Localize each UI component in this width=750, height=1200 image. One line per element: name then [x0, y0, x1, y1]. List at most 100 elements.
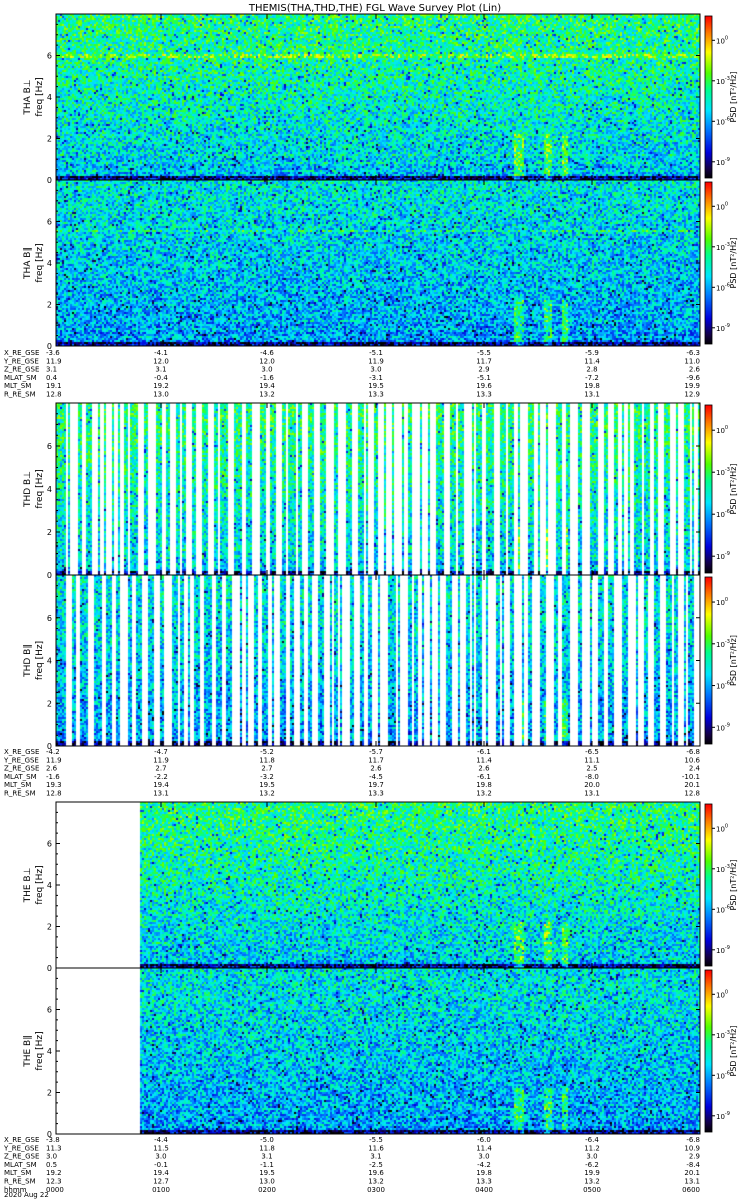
- colorbar-tick-label: 10-9: [716, 1111, 730, 1121]
- colorbar: [705, 405, 712, 573]
- ephemeris-value: 11.9: [46, 756, 62, 764]
- y-tick-label: 6: [47, 52, 52, 61]
- ephemeris-value: 2.4: [689, 765, 701, 773]
- colorbar: [705, 577, 712, 744]
- y-tick-label: 4: [47, 93, 52, 102]
- ephemeris-value: 2.9: [689, 1153, 700, 1161]
- ephemeris-row-label: X_RE_GSE: [4, 1136, 39, 1144]
- colorbar-tick-label: 10-9: [716, 157, 730, 167]
- colorbar-tick-label: 10-9: [716, 722, 730, 732]
- y-tick-label: 4: [47, 259, 52, 268]
- ephemeris-value: 12.3: [46, 1178, 62, 1186]
- ephemeris-value: 11.7: [476, 357, 492, 365]
- ephemeris-value: -5.9: [585, 349, 599, 357]
- panel-tha-bperp: 0 2 4 6 THA B⊥ freq [Hz] 100 10-3 10-6 10-9 PSD [n…: [23, 13, 738, 185]
- ephemeris-value: -2.2: [154, 773, 168, 781]
- colorbar-tick-label: 10-3: [716, 242, 730, 252]
- ephemeris-value: 19.5: [259, 1169, 275, 1177]
- ephemeris-value: -7.2: [585, 374, 599, 382]
- y-tick-label: 4: [47, 1047, 52, 1056]
- panel-thd-bpar: 0 2 4 6 THD B∥ freq [Hz] 100 10-3 10-6 10-9 PSD [n…: [23, 574, 738, 751]
- panel-freq-label: freq [Hz]: [35, 865, 45, 904]
- ephemeris-row-label: MLT_SM: [4, 1169, 31, 1177]
- ephemeris-value: -6.4: [585, 1136, 599, 1144]
- y-tick-label: 0: [47, 964, 52, 973]
- colorbar-tick-label: 10-6: [716, 681, 730, 691]
- ephemeris-value: 19.9: [584, 1169, 600, 1177]
- ephemeris-value: 19.6: [476, 382, 492, 390]
- ephemeris-value: 19.8: [584, 382, 600, 390]
- ephemeris-value: 12.8: [684, 790, 700, 798]
- ephemeris-value: -5.1: [477, 374, 491, 382]
- ephemeris-value: 3.1: [261, 1153, 272, 1161]
- ephemeris-value: 19.6: [368, 1169, 384, 1177]
- ephemeris-value: 19.2: [153, 382, 169, 390]
- ephemeris-value: 2.6: [370, 765, 382, 773]
- ephemeris-value: -4.1: [154, 349, 168, 357]
- ephemeris-value: 3.0: [46, 1153, 57, 1161]
- ephemeris-value: -6.0: [477, 1136, 491, 1144]
- ephemeris-value: 19.5: [368, 382, 384, 390]
- ephemeris-value: 0.4: [46, 374, 58, 382]
- ephemeris-value: 11.1: [584, 756, 600, 764]
- ephemeris-value: 12.9: [684, 391, 700, 399]
- ephemeris-value: 10.6: [684, 756, 700, 764]
- ephemeris-value: 13.2: [476, 790, 492, 798]
- ephemeris-value: 19.2: [46, 1169, 62, 1177]
- colorbar-tick-label: 10-3: [716, 864, 730, 874]
- ephemeris-value: 0200: [258, 1186, 276, 1194]
- ephemeris-row-label: Y_RE_GSE: [3, 756, 39, 764]
- colorbar-label: PSD [nT²/Hz]: [729, 635, 738, 686]
- colorbar-tick-label: 10-9: [716, 551, 730, 561]
- panel-tha-bpar: 0 2 4 6 THA B∥ freq [Hz] 100 10-3 10-6 10-9 PSD [n…: [23, 179, 738, 351]
- ephemeris-value: 11.2: [584, 1144, 600, 1152]
- ephemeris-value: 0400: [475, 1186, 493, 1194]
- y-tick-label: 2: [47, 301, 52, 310]
- ephemeris-value: 13.2: [259, 790, 275, 798]
- ephemeris-value: 2.8: [586, 366, 597, 374]
- colorbar: [705, 804, 712, 966]
- ephemeris-value: 2.6: [46, 765, 58, 773]
- ephemeris-value: 11.6: [368, 1144, 384, 1152]
- y-tick-label: 4: [47, 881, 52, 890]
- ephemeris-value: -3.8: [46, 1136, 60, 1144]
- colorbar-tick-label: 10-6: [716, 282, 730, 292]
- ephemeris-value: 13.1: [584, 790, 600, 798]
- y-tick-label: 4: [47, 485, 52, 494]
- y-tick-label: 6: [47, 840, 52, 849]
- ephemeris-row-label: Y_RE_GSE: [3, 1144, 39, 1152]
- colorbar-tick-label: 10-6: [716, 904, 730, 914]
- y-tick-label: 2: [47, 699, 52, 708]
- ephemeris-row-label: R_RE_SM: [4, 391, 36, 399]
- panel-freq-label: freq [Hz]: [35, 77, 45, 116]
- panel-freq-label: freq [Hz]: [35, 641, 45, 680]
- y-tick-label: 0: [47, 571, 52, 580]
- ephemeris-value: 3.1: [370, 1153, 381, 1161]
- ephemeris-value: 11.3: [46, 1144, 62, 1152]
- colorbar-tick-label: 10-3: [716, 639, 730, 649]
- ephemeris-value: 11.8: [259, 756, 275, 764]
- ephemeris-value: 13.3: [476, 1178, 492, 1186]
- ephemeris-value: -4.4: [154, 1136, 168, 1144]
- ephemeris-value: -9.6: [686, 374, 700, 382]
- ephemeris-value: 12.8: [46, 391, 62, 399]
- panel-thd-bperp: 0 2 4 6 THD B⊥ freq [Hz] 100 10-3 10-6 10-9 PSD [n…: [23, 402, 738, 580]
- panel-probe-label: THA B⊥: [23, 79, 33, 115]
- ephemeris-value: 3.0: [478, 1153, 489, 1161]
- colorbar-tick-label: 10-9: [716, 323, 730, 333]
- ephemeris-row-label: MLAT_SM: [4, 374, 37, 382]
- ephemeris-value: -6.5: [585, 748, 599, 756]
- ephemeris-value: 19.8: [476, 781, 492, 789]
- ephemeris-value: -6.2: [585, 1161, 599, 1169]
- ephemeris-value: -6.1: [477, 773, 491, 781]
- figure-title: THEMIS(THA,THD,THE) FGL Wave Survey Plot…: [248, 3, 501, 14]
- ephemeris-value: 11.7: [368, 756, 384, 764]
- colorbar: [705, 16, 712, 178]
- colorbar-tick-label: 100: [716, 425, 728, 435]
- ephemeris-value: -8.0: [585, 773, 599, 781]
- ephemeris-value: -3.1: [369, 374, 383, 382]
- ephemeris-value: 0600: [682, 1186, 700, 1194]
- y-tick-label: 2: [47, 528, 52, 537]
- ephemeris-value: 13.3: [476, 391, 492, 399]
- spectrogram-image: [56, 575, 700, 746]
